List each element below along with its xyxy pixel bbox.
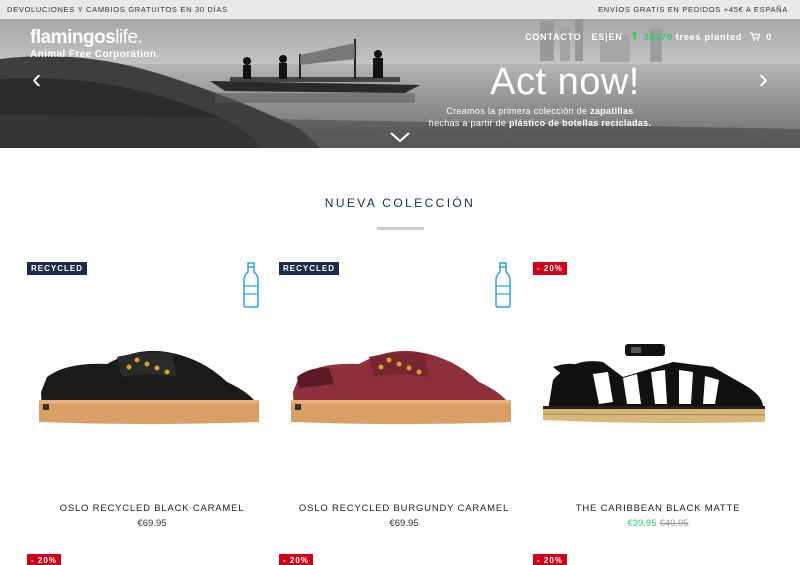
hero-subtitle: Creamos la primera colección de zapatill… (428, 106, 652, 128)
product-image[interactable] (279, 322, 519, 442)
product-card[interactable]: RECYCLED OSLO RECYCLED BURGUNDY CARAMEL … (279, 262, 529, 542)
discount-badge: - 20% (27, 554, 61, 565)
logo-wordmark: flamingoslife. (30, 27, 143, 48)
bottle-icon (243, 262, 259, 308)
product-image[interactable] (533, 322, 773, 442)
product-price: €39.95 €49.95 (533, 518, 783, 529)
section-title: NUEVA COLECCIÓN (324, 196, 476, 210)
product-name[interactable]: OSLO RECYCLED BURGUNDY CARAMEL (279, 503, 529, 514)
cart-icon[interactable] (750, 32, 761, 41)
trees-planted-count: 36370 (643, 31, 673, 42)
cart-count[interactable]: 0 (766, 32, 772, 42)
discount-badge: - 20% (533, 554, 567, 565)
original-price: €49.95 (659, 518, 689, 529)
product-price: €69.95 (389, 518, 419, 529)
trees-planted-label: trees planted (675, 31, 743, 42)
product-name[interactable]: OSLO RECYCLED BLACK CARAMEL (27, 503, 277, 514)
carousel-next-icon[interactable]: › (759, 65, 768, 93)
discount-badge: - 20% (279, 554, 313, 565)
product-price: €69.95 (137, 518, 167, 529)
product-name[interactable]: THE CARIBBEAN BLACK MATTE (533, 503, 783, 514)
product-image[interactable] (27, 322, 267, 442)
section-divider (377, 227, 424, 230)
tree-icon: ⬆ (630, 31, 640, 42)
scroll-down-chevron-icon[interactable] (389, 131, 411, 143)
returns-notice: DEVOLUCIONES Y CAMBIOS GRATUITOS EN 30 D… (7, 5, 228, 14)
hero-banner: flamingoslife. Animal Free Corporation. … (0, 19, 800, 148)
product-card[interactable]: RECYCLED OSLO RECYCLED BLACK CARAMEL €69… (27, 262, 277, 542)
hero-title: Act now! (490, 61, 640, 103)
bottle-icon (495, 262, 511, 308)
sale-price: €39.95 (627, 518, 657, 529)
announcement-bar: DEVOLUCIONES Y CAMBIOS GRATUITOS EN 30 D… (0, 0, 800, 19)
recycled-badge: RECYCLED (279, 262, 340, 275)
header-nav: CONTACTO ES|EN ⬆ 36370 trees planted 0 (525, 31, 772, 42)
product-card[interactable]: - 20% THE CARIBBEAN BLACK MATTE €39.95 €4… (533, 262, 783, 542)
language-switcher[interactable]: ES|EN (592, 32, 623, 42)
nav-contact-link[interactable]: CONTACTO (525, 32, 582, 42)
recycled-badge: RECYCLED (27, 262, 88, 275)
carousel-prev-icon[interactable]: ‹ (32, 65, 41, 93)
shipping-notice: ENVÍOS GRATIS EN PEDIDOS +45€ A ESPAÑA (598, 5, 788, 14)
logo-tagline: Animal Free Corporation. (30, 49, 160, 60)
brand-logo[interactable]: flamingoslife. Animal Free Corporation. (30, 27, 160, 61)
discount-badge: - 20% (533, 262, 567, 275)
